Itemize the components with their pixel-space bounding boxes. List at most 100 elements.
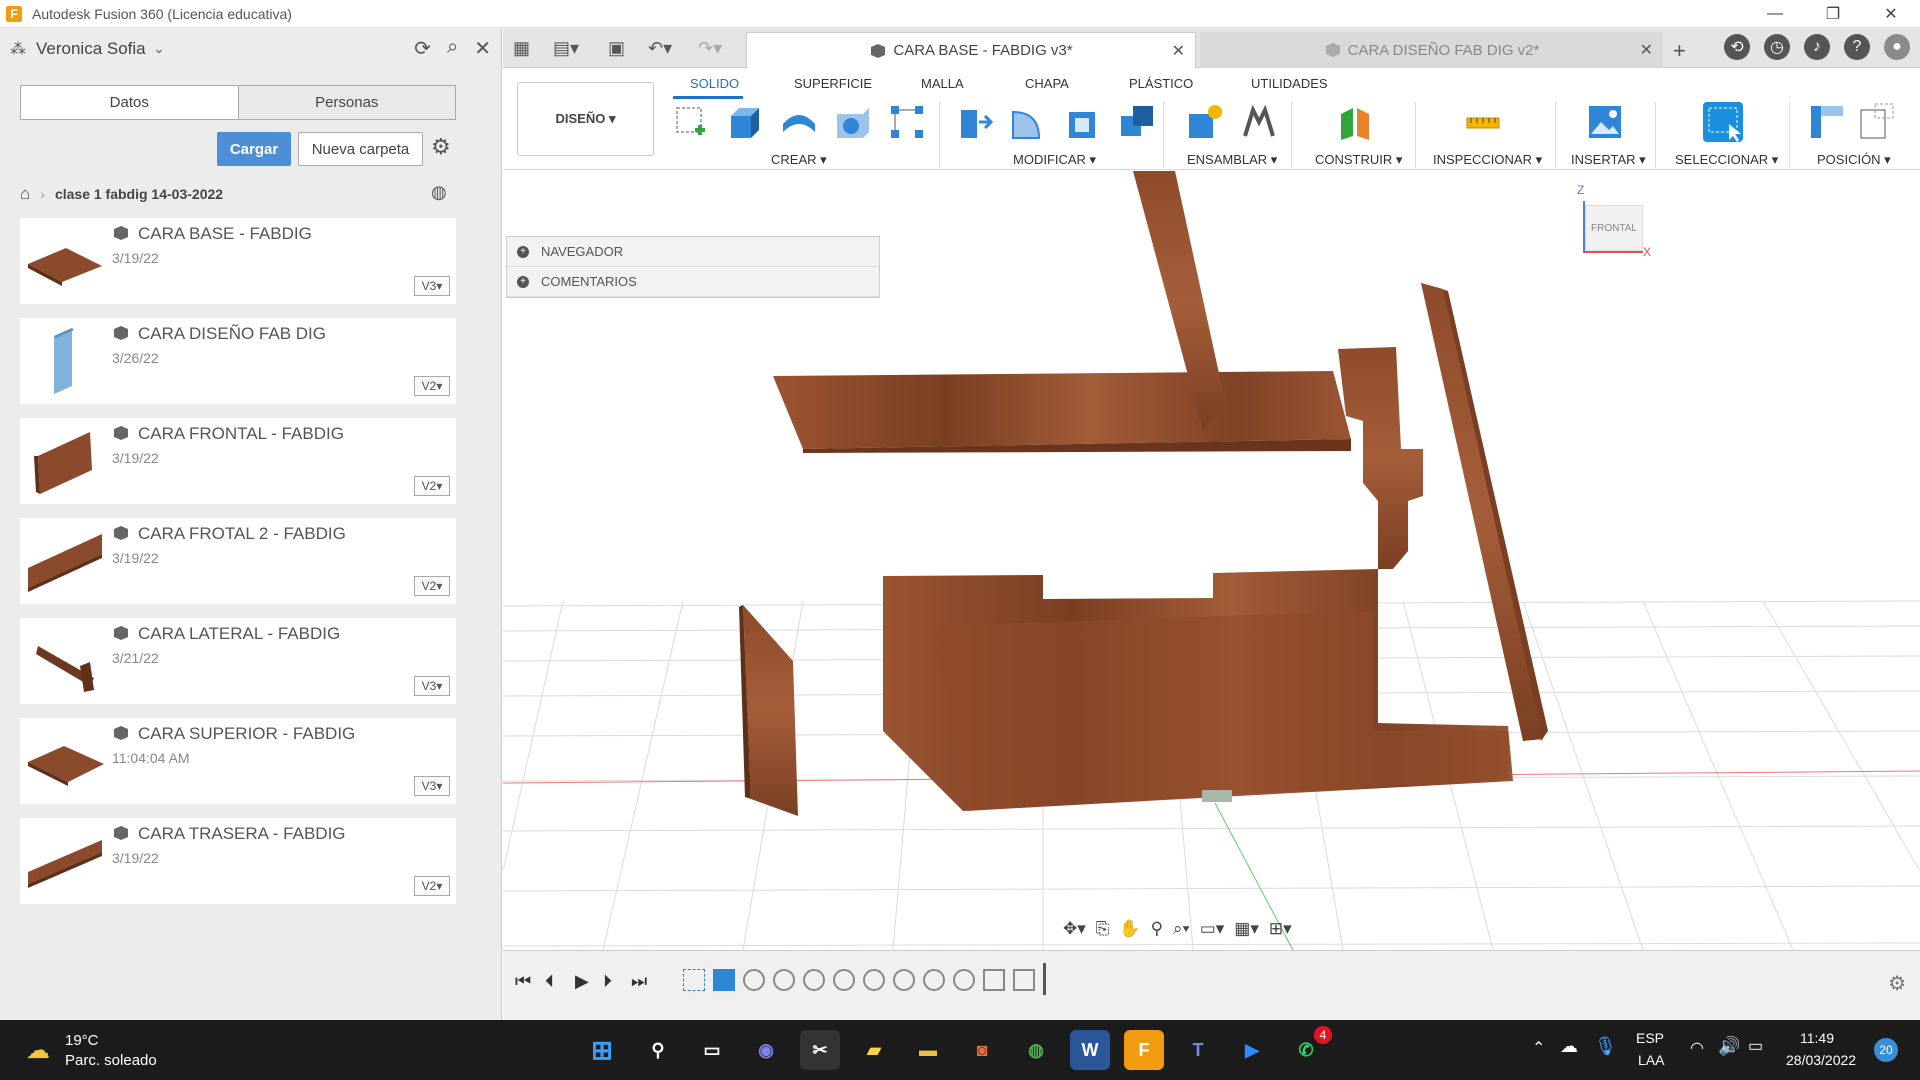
viewcube[interactable]: Z X FRONTAL [1573,183,1653,263]
version-dropdown[interactable]: V2 ▾ [414,376,450,396]
snipping-tool-icon[interactable]: ✂ [800,1030,840,1070]
chevron-down-icon[interactable]: ⌄ [154,41,165,57]
save-icon[interactable]: ▣ [608,38,625,59]
step-forward-icon[interactable]: ⏵ [603,971,612,992]
timeline-features[interactable] [683,963,1046,995]
expand-icon[interactable]: + [517,275,529,288]
job-status-icon[interactable]: ◷ [1764,34,1790,60]
tab-superficie[interactable]: SUPERFICIE [794,76,872,91]
close-tab-icon[interactable]: ✕ [1640,40,1653,60]
show-hidden-icons-icon[interactable]: ⌃ [1532,1038,1545,1058]
teams-chat-icon[interactable]: ◉ [746,1030,786,1070]
tab-malla[interactable]: MALLA [921,76,964,91]
redo-icon[interactable]: ↷▾ [698,38,722,59]
fusion360-taskbar-icon[interactable]: F [1124,1030,1164,1070]
step-back-icon[interactable]: ⏴ [545,971,554,992]
revolve-icon[interactable] [779,102,819,142]
version-dropdown[interactable]: V3 ▾ [414,676,450,696]
refresh-icon[interactable]: ⟳ [414,36,431,61]
joint-feature-icon[interactable] [803,969,825,991]
joint-feature-icon[interactable] [983,969,1005,991]
select-icon[interactable] [1703,102,1743,142]
new-component-icon[interactable] [1185,102,1225,142]
expand-icon[interactable]: + [517,245,529,258]
tab-plastico[interactable]: PLÁSTICO [1129,76,1193,91]
version-dropdown[interactable]: V3 ▾ [414,276,450,296]
version-dropdown[interactable]: V2 ▾ [414,476,450,496]
globe-icon[interactable]: ◍ [431,182,447,203]
undo-icon[interactable]: ↶▾ [648,38,672,59]
play-icon[interactable]: ▶ [575,971,589,992]
joint-feature-icon[interactable] [923,969,945,991]
joint-feature-icon[interactable] [893,969,915,991]
clock-date[interactable]: 28/03/2022 [1786,1052,1856,1068]
timeline-marker[interactable] [1043,963,1046,995]
notifications-icon[interactable]: ♪ [1804,34,1830,60]
extrude-icon[interactable] [725,102,765,142]
tab-personas[interactable]: Personas [238,86,455,119]
user-name[interactable]: Veronica Sofia [36,39,146,59]
group-ensamblar[interactable]: ENSAMBLAR ▾ [1187,152,1277,168]
display-settings-icon[interactable]: ▭▾ [1200,919,1225,939]
shell-icon[interactable] [1063,102,1103,142]
go-to-start-icon[interactable]: ⏮ [515,971,531,992]
close-icon[interactable]: ✕ [474,36,491,61]
help-icon[interactable]: ? [1844,34,1870,60]
camera-app-icon[interactable]: ◙ [962,1030,1002,1070]
tab-utilidades[interactable]: UTILIDADES [1251,76,1328,91]
tab-chapa[interactable]: CHAPA [1025,76,1069,91]
measure-icon[interactable] [1463,102,1503,142]
zoom-app-icon[interactable]: ▶ [1232,1030,1272,1070]
joint-feature-icon[interactable] [833,969,855,991]
combine-icon[interactable] [1117,102,1157,142]
group-inspeccionar[interactable]: INSPECCIONAR ▾ [1433,152,1542,168]
joint-feature-icon[interactable] [863,969,885,991]
sticky-notes-icon[interactable]: ▰ [854,1030,894,1070]
tab-solido[interactable]: SOLIDO [690,76,739,91]
align-icon[interactable] [1807,102,1847,142]
battery-icon[interactable]: ▭ [1748,1036,1763,1056]
minimize-button[interactable]: — [1746,0,1804,28]
upload-button[interactable]: Cargar [217,132,291,166]
press-pull-icon[interactable] [955,102,995,142]
chrome-icon[interactable]: ◍ [1016,1030,1056,1070]
go-to-end-icon[interactable]: ⏭ [631,971,647,992]
list-item[interactable]: CARA FROTAL 2 - FABDIG 3/19/22 V2 ▾ [20,518,456,604]
restore-button[interactable]: ❐ [1804,0,1862,28]
gear-icon[interactable]: ⚙ [1888,971,1906,996]
zoom-icon[interactable]: ⚲ [1151,919,1163,939]
joint-feature-icon[interactable] [743,969,765,991]
close-window-button[interactable]: ✕ [1862,0,1920,28]
offset-plane-icon[interactable] [1335,102,1375,142]
navegador-row[interactable]: + NAVEGADOR [507,237,879,267]
group-posicion[interactable]: POSICIÓN ▾ [1817,152,1891,168]
notification-count-badge[interactable]: 20 [1874,1038,1898,1062]
wifi-icon[interactable]: ◠ [1690,1038,1704,1058]
task-view-icon[interactable]: ▭ [692,1030,732,1070]
hole-icon[interactable] [833,102,873,142]
fit-icon[interactable]: ⌕▾ [1173,919,1190,939]
search-icon[interactable]: ⌕ [447,36,458,61]
fillet-icon[interactable] [1009,102,1049,142]
version-dropdown[interactable]: V2 ▾ [414,576,450,596]
tab-datos[interactable]: Datos [21,86,239,119]
volume-icon[interactable]: 🔊 [1718,1036,1740,1057]
breadcrumb-folder[interactable]: clase 1 fabdig 14-03-2022 [55,186,223,202]
capture-position-icon[interactable] [1857,102,1897,142]
group-crear[interactable]: CREAR ▾ [771,152,827,168]
gear-icon[interactable]: ⚙ [431,134,451,160]
viewcube-face[interactable]: FRONTAL [1585,205,1643,251]
extensions-icon[interactable]: ⟲ [1724,34,1750,60]
avatar[interactable]: ● [1884,34,1910,60]
insert-image-icon[interactable] [1585,102,1625,142]
group-modificar[interactable]: MODIFICAR ▾ [1013,152,1096,168]
joint-feature-icon[interactable] [953,969,975,991]
workspace-dropdown[interactable]: DISEÑO ▾ [517,82,654,156]
microphone-icon[interactable]: 🎙 [1594,1036,1617,1057]
weather-icon[interactable]: ☁ [26,1036,50,1065]
search-icon[interactable]: ⚲ [638,1030,678,1070]
file-menu-icon[interactable]: ▤▾ [553,38,579,59]
list-item[interactable]: CARA DISEÑO FAB DIG 3/26/22 V2 ▾ [20,318,456,404]
list-item[interactable]: CARA FRONTAL - FABDIG 3/19/22 V2 ▾ [20,418,456,504]
sketch-icon[interactable] [671,102,711,142]
